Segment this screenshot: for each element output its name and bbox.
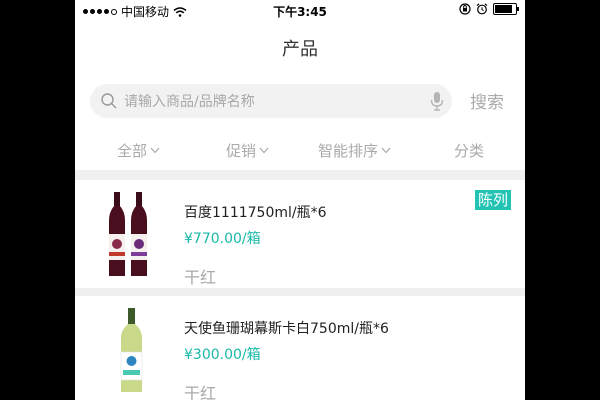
- chevron-down-icon: [150, 147, 160, 154]
- filter-category-label: 分类: [454, 142, 485, 160]
- product-item[interactable]: 百度1111750ml/瓶*6 ¥770.00/箱 干红 陈列: [75, 180, 525, 288]
- product-list: 百度1111750ml/瓶*6 ¥770.00/箱 干红 陈列 天使鱼珊瑚幕斯卡…: [75, 170, 525, 400]
- filter-bar: 全部 促销 智能排序 分类: [75, 132, 525, 166]
- filter-promotion-label: 促销: [226, 142, 257, 160]
- rotation-lock-icon: [459, 3, 471, 15]
- status-right: [459, 3, 519, 15]
- microphone-icon[interactable]: [430, 91, 444, 111]
- filter-all-label: 全部: [117, 142, 148, 160]
- display-badge: 陈列: [474, 190, 511, 210]
- product-image: [109, 192, 147, 276]
- status-time: 下午3:45: [273, 5, 327, 19]
- product-price: ¥300.00/箱: [184, 347, 261, 363]
- product-name: 百度1111750ml/瓶*6: [184, 205, 327, 221]
- product-image: [120, 308, 143, 392]
- alarm-icon: [476, 3, 488, 15]
- filter-category[interactable]: 分类: [454, 140, 484, 161]
- search-bar[interactable]: [90, 84, 452, 118]
- search-input[interactable]: [122, 90, 421, 114]
- product-price: ¥770.00/箱: [184, 231, 261, 247]
- chevron-down-icon: [381, 147, 391, 154]
- product-name: 天使鱼珊瑚幕斯卡白750ml/瓶*6: [184, 321, 389, 337]
- filter-smart-sort[interactable]: 智能排序: [318, 140, 391, 161]
- search-button[interactable]: 搜索: [470, 88, 504, 113]
- product-category: 干红: [184, 384, 217, 400]
- product-item[interactable]: 天使鱼珊瑚幕斯卡白750ml/瓶*6 ¥300.00/箱 干红: [75, 296, 525, 400]
- search-icon: [101, 93, 117, 109]
- battery-icon: [493, 3, 519, 15]
- chevron-down-icon: [259, 147, 269, 154]
- filter-promotion[interactable]: 促销: [226, 140, 269, 161]
- filter-smart-sort-label: 智能排序: [318, 142, 379, 160]
- product-category: 干红: [184, 268, 217, 287]
- filter-all[interactable]: 全部: [117, 140, 160, 161]
- page-title: 产品: [282, 39, 318, 60]
- status-bar: 中国移动 下午3:45: [75, 0, 525, 22]
- app-screen: 中国移动 下午3:45 产品 请输入商品/品牌名称 搜索 全部 促销 智能排序 …: [75, 0, 525, 400]
